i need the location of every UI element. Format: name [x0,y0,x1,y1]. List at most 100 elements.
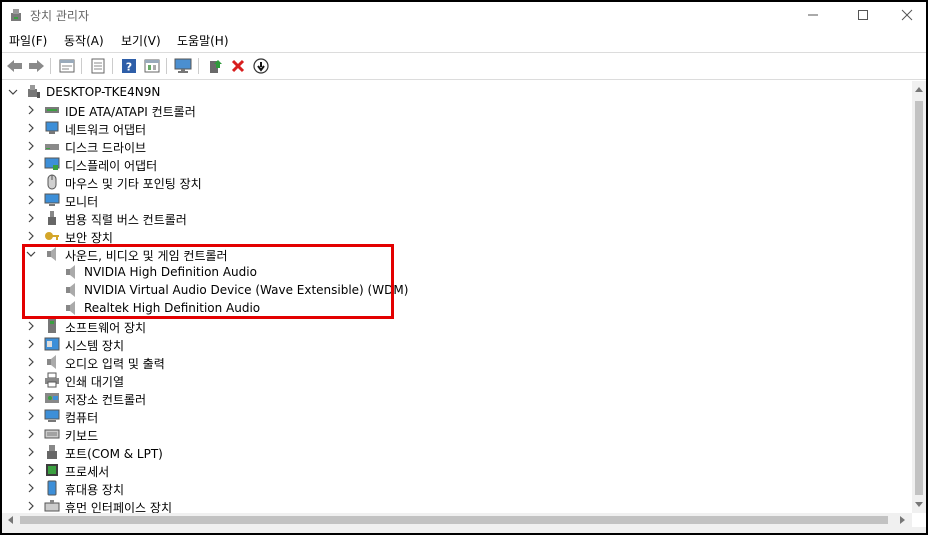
forward-button[interactable] [27,57,45,75]
tree-category[interactable]: 네트워크 어댑터 [2,119,902,137]
chevron-right-icon[interactable] [25,211,37,225]
chevron-down-icon[interactable] [7,85,19,99]
chevron-right-icon[interactable] [25,391,37,405]
run-button[interactable] [143,57,161,75]
chevron-right-icon[interactable] [25,481,37,495]
portable-device-icon [47,480,57,496]
scan-hardware-button[interactable] [174,57,192,75]
computer-icon [44,409,60,422]
security-key-icon [45,232,59,240]
tree-root[interactable]: DESKTOP-TKE4N9N [2,83,902,101]
update-driver-icon [210,60,222,73]
chevron-right-icon[interactable] [25,139,37,153]
toolbar: ? [2,52,926,80]
disable-device-button[interactable] [252,57,270,75]
update-driver-button[interactable] [206,57,224,75]
printer-icon [45,372,59,388]
category-label: 인쇄 대기열 [65,375,125,389]
chevron-right-icon[interactable] [25,499,37,513]
category-label: 마우스 및 기타 포인팅 장치 [65,177,202,191]
disk-drive-icon [45,144,59,150]
horizontal-scroll-thumb[interactable] [20,516,888,524]
properties-icon [59,59,75,73]
category-label: 모니터 [65,195,99,209]
tree-category[interactable]: 오디오 입력 및 출력 [2,353,902,371]
chevron-right-icon[interactable] [25,409,37,423]
chevron-right-icon[interactable] [25,427,37,441]
chevron-right-icon[interactable] [25,193,37,207]
category-label: 프로세서 [65,465,110,479]
chevron-right-icon[interactable] [25,355,37,369]
tree-category[interactable]: 휴대용 장치 [2,479,902,497]
tree-category[interactable]: 인쇄 대기열 [2,371,902,389]
tree-category[interactable]: IDE ATA/ATAPI 컨트롤러 [2,101,902,119]
chevron-right-icon[interactable] [25,175,37,189]
ide-controller-icon [45,107,59,113]
chevron-right-icon[interactable] [25,229,37,243]
scroll-right-icon[interactable] [900,516,906,524]
tree-category[interactable]: 휴먼 인터페이스 장치 [2,497,902,513]
status-bar [2,527,926,533]
chevron-right-icon[interactable] [25,337,37,351]
chevron-right-icon[interactable] [25,463,37,477]
tree-category[interactable]: 모니터 [2,191,902,209]
tree-category[interactable]: 컴퓨터 [2,407,902,425]
tree-category[interactable]: 디스플레이 어댑터 [2,155,902,173]
tree-category[interactable]: 포트(COM & LPT) [2,443,902,461]
uninstall-button[interactable] [229,57,247,75]
category-label: IDE ATA/ATAPI 컨트롤러 [65,105,196,119]
category-label: 디스크 드라이브 [65,141,147,155]
tree-category[interactable]: 마우스 및 기타 포인팅 장치 [2,173,902,191]
maximize-icon [858,10,868,20]
tree-category[interactable]: 프로세서 [2,461,902,479]
forward-arrow-icon [29,60,44,72]
menu-action[interactable]: 동작(A) [64,32,104,49]
tree-category[interactable]: 시스템 장치 [2,335,902,353]
disable-device-icon [253,58,269,74]
close-button[interactable] [884,2,926,28]
network-adapter-icon [45,121,59,134]
tree-category[interactable]: 보안 장치 [2,227,902,245]
monitor-icon [44,193,60,206]
tree-category[interactable]: 저장소 컨트롤러 [2,389,902,407]
audio-io-icon [47,355,56,369]
menu-help[interactable]: 도움말(H) [177,32,229,49]
back-button[interactable] [6,57,24,75]
tree-category[interactable]: 키보드 [2,425,902,443]
chevron-right-icon[interactable] [25,319,37,333]
tree-category[interactable]: 디스크 드라이브 [2,137,902,155]
scroll-down-icon[interactable] [915,502,923,508]
chevron-right-icon[interactable] [25,373,37,387]
menu-view[interactable]: 보기(V) [121,32,161,49]
usb-icon [48,211,56,225]
chevron-right-icon[interactable] [25,121,37,135]
category-label: 휴먼 인터페이스 장치 [65,501,172,513]
run-icon [144,59,160,73]
vertical-scrollbar[interactable] [912,81,926,513]
horizontal-scrollbar[interactable] [2,513,912,527]
properties-button[interactable] [58,57,76,75]
maximize-button[interactable] [840,2,886,28]
category-label: 컴퓨터 [65,411,99,425]
hid-icon [44,500,60,512]
chevron-right-icon[interactable] [25,103,37,117]
chevron-right-icon[interactable] [25,157,37,171]
show-hidden-button[interactable] [89,57,107,75]
mouse-icon [47,174,57,190]
scroll-up-icon[interactable] [915,86,923,92]
software-device-icon [48,319,56,333]
tree-category[interactable]: 범용 직렬 버스 컨트롤러 [2,209,902,227]
category-label: 시스템 장치 [65,339,125,353]
highlight-box [22,244,394,319]
menu-bar: 파일(F) 동작(A) 보기(V) 도움말(H) [2,29,926,51]
menu-file[interactable]: 파일(F) [9,32,47,49]
chevron-right-icon[interactable] [25,445,37,459]
toolbar-separator [198,58,199,74]
tree-category[interactable]: 소프트웨어 장치 [2,317,902,335]
uninstall-icon [231,59,245,73]
svg-text:?: ? [126,61,132,74]
help-button[interactable]: ? [120,57,138,75]
minimize-button[interactable] [790,2,836,28]
scroll-left-icon[interactable] [7,516,13,524]
vertical-scroll-thumb[interactable] [915,101,923,495]
